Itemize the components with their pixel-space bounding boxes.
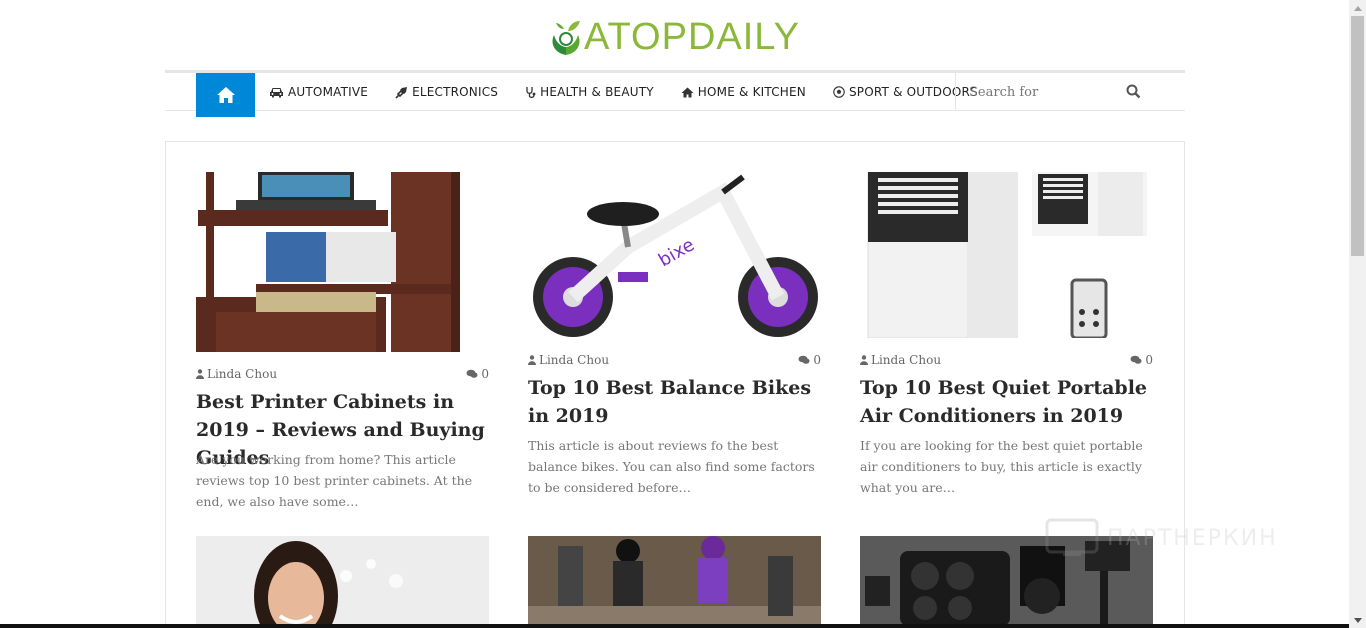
comments-icon bbox=[466, 369, 478, 378]
author-name: Linda Chou bbox=[871, 353, 942, 367]
post-meta: Linda Chou 0 bbox=[860, 353, 1153, 367]
nav-item-label: HOME & KITCHEN bbox=[697, 85, 806, 99]
nav-item-label: HEALTH & BEAUTY bbox=[540, 85, 654, 99]
post-meta: Linda Chou 0 bbox=[528, 353, 821, 367]
comments-icon bbox=[1130, 355, 1142, 364]
post-meta: Linda Chou 0 bbox=[196, 367, 489, 381]
main-navigation: AUTOMATIVE ELECTRONICS HEALTH & BEAUTY H… bbox=[165, 70, 1185, 117]
search-box bbox=[955, 73, 1185, 111]
post-comments[interactable]: 0 bbox=[1130, 353, 1153, 367]
comment-count: 0 bbox=[481, 367, 489, 381]
watermark-text: ПАРТНЕРКИН bbox=[1107, 525, 1278, 551]
post-comments[interactable]: 0 bbox=[798, 353, 821, 367]
scroll-up-arrow-icon[interactable] bbox=[1349, 0, 1366, 16]
post-title[interactable]: Top 10 Best Quiet Portable Air Condition… bbox=[860, 374, 1153, 430]
post-author[interactable]: Linda Chou bbox=[196, 367, 277, 381]
user-icon bbox=[860, 355, 868, 365]
nav-home-button[interactable] bbox=[196, 73, 255, 117]
search-icon[interactable] bbox=[1126, 84, 1141, 99]
posts-container: Linda Chou 0 Best Printer Cabinets in 20… bbox=[165, 141, 1185, 628]
post-excerpt: This article is about reviews fo the bes… bbox=[528, 438, 815, 495]
car-icon bbox=[270, 88, 283, 98]
nav-item-automative[interactable]: AUTOMATIVE bbox=[269, 85, 368, 99]
stethoscope-icon bbox=[526, 86, 536, 98]
comments-icon bbox=[798, 355, 810, 364]
scroll-thumb[interactable] bbox=[1351, 16, 1364, 256]
watermark-logo-icon bbox=[1045, 518, 1099, 556]
watermark: ПАРТНЕРКИН bbox=[1045, 518, 1278, 558]
air-conditioner-image[interactable] bbox=[860, 172, 1153, 338]
roller-derby-image[interactable] bbox=[528, 536, 821, 628]
post-title[interactable]: Top 10 Best Balance Bikes in 2019 bbox=[528, 374, 821, 430]
site-logo[interactable]: ATOPDAILY bbox=[550, 14, 800, 60]
post-excerpt: If you are looking for the best quiet po… bbox=[860, 438, 1143, 495]
post-author[interactable]: Linda Chou bbox=[860, 353, 941, 367]
page-scrollbar[interactable] bbox=[1349, 0, 1366, 628]
nav-item-home-kitchen[interactable]: HOME & KITCHEN bbox=[681, 85, 806, 99]
author-name: Linda Chou bbox=[539, 353, 610, 367]
comment-count: 0 bbox=[813, 353, 821, 367]
house-icon bbox=[681, 87, 694, 97]
balance-bike-image[interactable]: bixe bbox=[528, 172, 821, 338]
leaf-logo-icon bbox=[552, 21, 580, 55]
bottom-edge bbox=[0, 624, 1349, 628]
logo-text: ATOPDAILY bbox=[584, 15, 800, 58]
plug-icon bbox=[395, 86, 408, 99]
nav-item-label: ELECTRONICS bbox=[412, 85, 499, 99]
search-input[interactable] bbox=[956, 84, 1136, 100]
user-icon bbox=[528, 355, 536, 365]
comment-count: 0 bbox=[1145, 353, 1153, 367]
nav-item-label: AUTOMATIVE bbox=[288, 85, 369, 99]
woman-portrait-image[interactable] bbox=[196, 536, 489, 628]
soccer-ball-icon bbox=[833, 86, 845, 98]
nav-item-health-beauty[interactable]: HEALTH & BEAUTY bbox=[525, 85, 654, 99]
author-name: Linda Chou bbox=[207, 367, 278, 381]
user-icon bbox=[196, 369, 204, 379]
post-comments[interactable]: 0 bbox=[466, 367, 489, 381]
home-icon bbox=[216, 87, 235, 103]
post-excerpt: Are you working from home? This article … bbox=[196, 452, 473, 509]
nav-item-electronics[interactable]: ELECTRONICS bbox=[395, 85, 498, 99]
printer-cabinet-image[interactable] bbox=[196, 172, 461, 352]
scroll-down-arrow-icon[interactable] bbox=[1349, 612, 1366, 628]
post-author[interactable]: Linda Chou bbox=[528, 353, 609, 367]
